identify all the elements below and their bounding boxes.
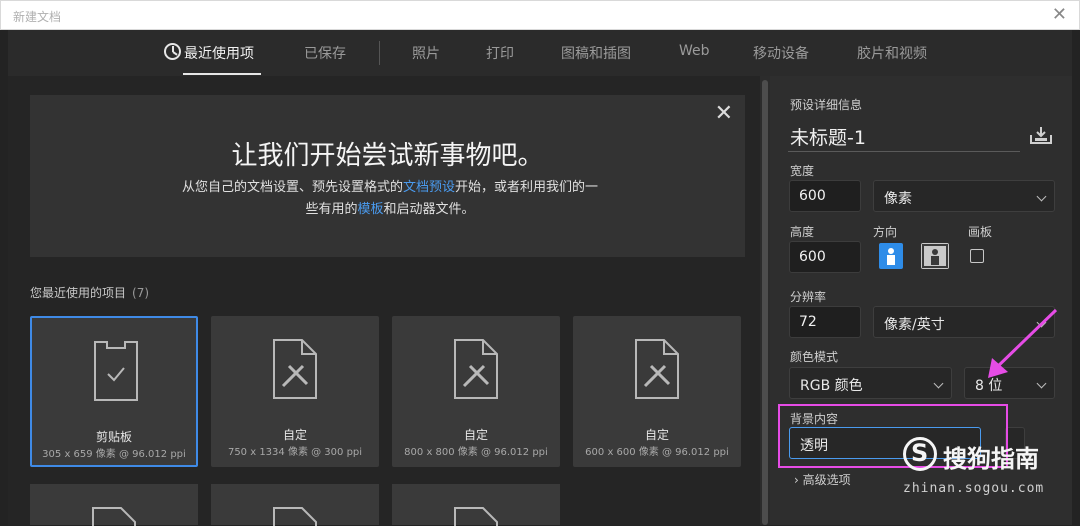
chevron-down-icon bbox=[933, 378, 944, 389]
recent-item-meta: 305 x 659 像素 @ 96.012 ppi bbox=[42, 449, 186, 460]
document-icon bbox=[92, 507, 136, 526]
tab-film-video[interactable]: 胶片和视频 bbox=[857, 43, 927, 63]
recent-item[interactable] bbox=[30, 484, 198, 526]
color-mode-value: RGB 颜色 bbox=[800, 378, 863, 394]
width-label: 宽度 bbox=[790, 164, 815, 178]
document-icon bbox=[454, 507, 498, 526]
recent-item-name: 自定 bbox=[282, 428, 307, 442]
watermark: S 搜狗指南 zhinan.sogou.com bbox=[903, 437, 1073, 499]
recent-item-meta: 800 x 800 像素 @ 96.012 ppi bbox=[404, 447, 548, 458]
recent-item-custom[interactable]: 自定 750 x 1334 像素 @ 300 ppi bbox=[211, 316, 379, 467]
recent-item[interactable] bbox=[211, 484, 379, 526]
watermark-domain: zhinan.sogou.com bbox=[903, 481, 1045, 496]
resolution-label: 分辨率 bbox=[790, 290, 827, 304]
width-input[interactable]: 600 bbox=[789, 180, 861, 212]
resolution-input[interactable]: 72 bbox=[789, 306, 861, 338]
resolution-unit-value: 像素/英寸 bbox=[884, 317, 945, 333]
templates-link[interactable]: 模板 bbox=[357, 202, 383, 217]
chevron-down-icon bbox=[1036, 191, 1047, 202]
title-underline bbox=[788, 151, 1020, 152]
advanced-options-toggle[interactable]: › 高级选项 bbox=[794, 471, 851, 488]
recent-items-heading: 您最近使用的项目 (7) bbox=[30, 284, 149, 301]
recent-item-name: 剪贴板 bbox=[95, 430, 132, 444]
portrait-icon bbox=[887, 248, 895, 265]
landscape-icon bbox=[922, 244, 948, 268]
artboard-label: 画板 bbox=[968, 225, 993, 239]
tab-saved[interactable]: 已保存 bbox=[304, 43, 346, 63]
recent-item-name: 自定 bbox=[644, 428, 669, 442]
document-preset-link[interactable]: 文档预设 bbox=[403, 180, 455, 195]
clipboard-icon bbox=[94, 341, 138, 401]
height-label: 高度 bbox=[790, 225, 815, 239]
width-unit-value: 像素 bbox=[884, 191, 912, 207]
tab-web[interactable]: Web bbox=[679, 43, 710, 59]
clock-icon bbox=[164, 43, 181, 60]
recent-item-custom[interactable]: 自定 800 x 800 像素 @ 96.012 ppi bbox=[392, 316, 560, 467]
orientation-label: 方向 bbox=[873, 225, 898, 239]
welcome-text-part: 从您自己的文档设置、预先设置格式的 bbox=[181, 180, 403, 195]
recent-item[interactable] bbox=[392, 484, 560, 526]
tab-print[interactable]: 打印 bbox=[486, 43, 514, 63]
welcome-text-part: 些有用的 bbox=[305, 202, 358, 217]
welcome-title: 让我们开始尝试新事物吧。 bbox=[231, 141, 544, 171]
category-tabs: 最近使用项 已保存 照片 打印 图稿和插图 Web 移动设备 胶片和视频 bbox=[8, 30, 1072, 76]
color-mode-label: 颜色模式 bbox=[790, 350, 839, 364]
recent-item-clipboard[interactable]: 剪贴板 305 x 659 像素 @ 96.012 ppi bbox=[30, 316, 198, 467]
custom-document-icon bbox=[273, 339, 317, 399]
watermark-brand: 搜狗指南 bbox=[943, 445, 1039, 473]
artboard-checkbox[interactable] bbox=[970, 249, 984, 263]
sogou-logo-letter: S bbox=[911, 439, 929, 467]
landscape-orientation-button[interactable] bbox=[921, 243, 949, 269]
preset-details-label: 预设详细信息 bbox=[790, 98, 863, 112]
custom-document-icon bbox=[635, 339, 679, 399]
recent-item-meta: 600 x 600 像素 @ 96.012 ppi bbox=[585, 447, 729, 458]
welcome-banner: ✕ 让我们开始尝试新事物吧。 从您自己的文档设置、预先设置格式的文档预设开始，或… bbox=[30, 95, 745, 257]
active-tab-underline bbox=[183, 73, 261, 75]
close-icon[interactable]: ✕ bbox=[1052, 5, 1067, 25]
welcome-text: 从您自己的文档设置、预先设置格式的文档预设开始，或者利用我们的一 些有用的模板和… bbox=[140, 177, 640, 221]
recent-item-name: 自定 bbox=[463, 428, 488, 442]
window-titlebar: 新建文档 ✕ bbox=[0, 0, 1080, 30]
tab-mobile[interactable]: 移动设备 bbox=[753, 43, 809, 63]
tab-recent[interactable]: 最近使用项 bbox=[184, 43, 254, 63]
recent-items-label: 您最近使用的项目 bbox=[30, 286, 127, 300]
custom-document-icon bbox=[454, 339, 498, 399]
document-title-input[interactable]: 未标题-1 bbox=[790, 123, 866, 150]
recent-item-meta: 750 x 1334 像素 @ 300 ppi bbox=[227, 447, 363, 458]
save-preset-icon[interactable] bbox=[1030, 126, 1052, 144]
width-unit-select[interactable]: 像素 bbox=[873, 180, 1055, 212]
annotation-arrow bbox=[988, 308, 1058, 378]
tab-photo[interactable]: 照片 bbox=[412, 43, 440, 63]
height-input[interactable]: 600 bbox=[789, 241, 861, 273]
welcome-text-part: 开始，或者利用我们的一 bbox=[455, 180, 599, 195]
recent-item-custom[interactable]: 自定 600 x 600 像素 @ 96.012 ppi bbox=[573, 316, 741, 467]
tab-separator bbox=[379, 41, 380, 65]
window-title: 新建文档 bbox=[13, 10, 62, 24]
document-icon bbox=[273, 507, 317, 526]
recent-items-count: (7) bbox=[132, 286, 150, 300]
scrollbar-thumb[interactable] bbox=[762, 80, 768, 525]
close-icon[interactable]: ✕ bbox=[715, 101, 733, 126]
color-mode-select[interactable]: RGB 颜色 bbox=[789, 367, 952, 399]
tab-art-illustration[interactable]: 图稿和插图 bbox=[561, 43, 631, 63]
portrait-orientation-button[interactable] bbox=[879, 243, 903, 269]
welcome-text-part: 和启动器文件。 bbox=[383, 202, 475, 217]
advanced-options-label: 高级选项 bbox=[802, 473, 851, 487]
